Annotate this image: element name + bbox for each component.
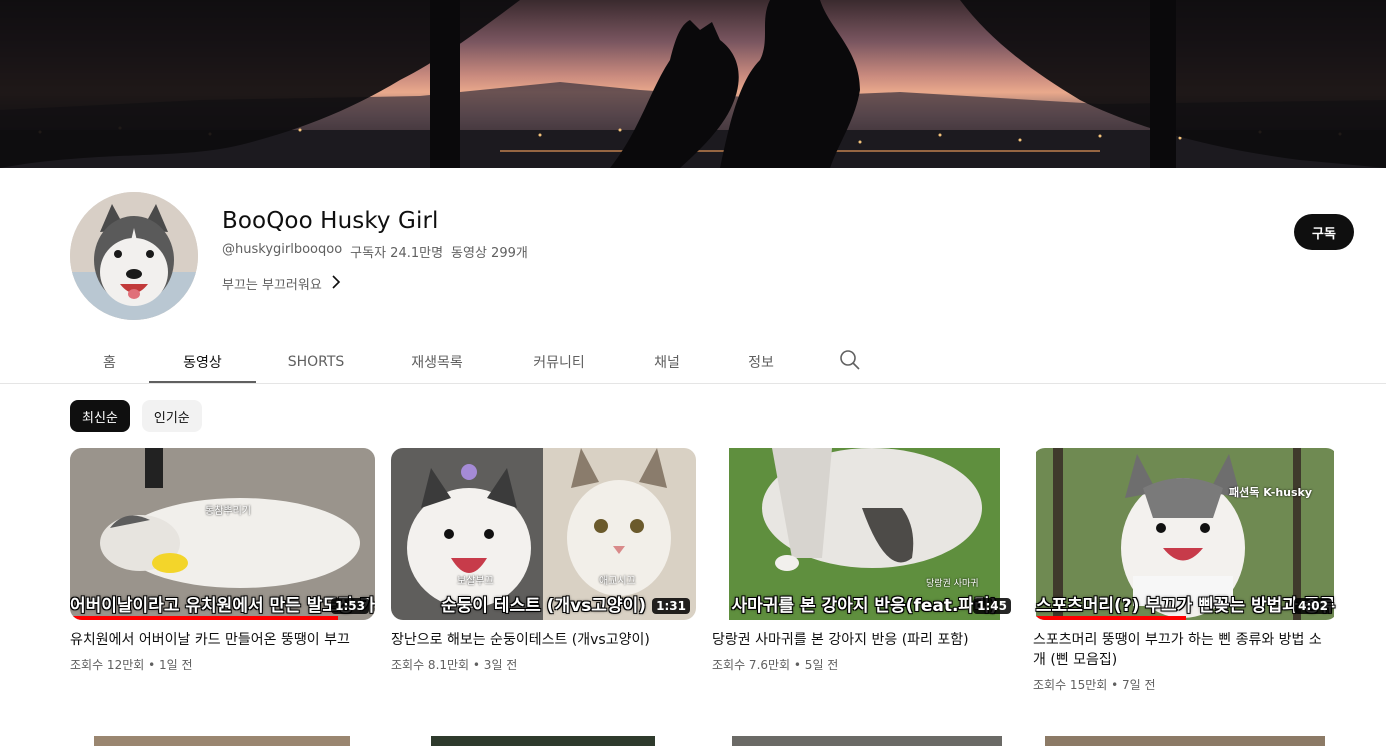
thumbnail-overlay-text: 보살부끄 [457, 576, 494, 587]
channel-name: BooQoo Husky Girl [222, 208, 439, 234]
sort-chips: 최신순 인기순 [70, 400, 202, 432]
video-thumbnail[interactable]: 어버이날이라고 유치원에서 만든 발도장 카드 동참뿌리기 1:53 [70, 448, 375, 620]
banner-art [0, 0, 1386, 168]
video-meta: 조회수 12만회 • 1일 전 [70, 658, 193, 672]
tab-community[interactable]: 커뮤니티 [498, 340, 620, 384]
video-meta: 조회수 15만회 • 7일 전 [1033, 678, 1156, 692]
video-thumbnail[interactable]: 사마귀를 본 강아지 반응(feat.파리) 당랑권 사마귀 1:45 [712, 448, 1017, 620]
chevron-right-icon [330, 274, 342, 293]
video-card[interactable]: 순둥이 테스트 (개vs고양이) 보살부끄 애교시끄 1:31 장난으로 해보는… [391, 448, 696, 673]
thumbnail-caption: 사마귀를 본 강아지 반응(feat.파리) [731, 596, 998, 616]
tabs-divider [0, 383, 1386, 384]
subscribe-button[interactable]: 구독 [1294, 214, 1354, 250]
tab-about[interactable]: 정보 [714, 340, 808, 384]
tab-videos[interactable]: 동영상 [149, 340, 256, 384]
thumbnail-caption: 어버이날이라고 유치원에서 만든 발도장 카드 [70, 596, 375, 616]
watch-progress [70, 616, 339, 620]
tab-home[interactable]: 홈 [70, 340, 149, 384]
tab-shorts[interactable]: SHORTS [256, 340, 376, 384]
video-title[interactable]: 장난으로 해보는 순둥이테스트 (개vs고양이) [391, 630, 696, 650]
chip-popular[interactable]: 인기순 [141, 400, 202, 432]
video-card[interactable]: 스포츠머리(?) 부끄가 삔꽂는 방법과 종류 패션독 K-husky 4:02… [1033, 448, 1338, 693]
tab-playlists[interactable]: 재생목록 [376, 340, 498, 384]
video-title[interactable]: 유치원에서 어버이날 카드 만들어온 뚱땡이 부끄 [70, 630, 375, 650]
video-thumbnail[interactable] [712, 736, 1017, 746]
channel-about-link[interactable]: 부끄는 부끄러워요 [222, 274, 342, 293]
video-thumbnail[interactable]: 순둥이 테스트 (개vs고양이) 보살부끄 애교시끄 1:31 [391, 448, 696, 620]
video-meta: 조회수 8.1만회 • 3일 전 [391, 658, 518, 672]
husky-avatar-art [70, 192, 198, 320]
channel-banner [0, 0, 1386, 168]
channel-about-text: 부끄는 부끄러워요 [222, 278, 322, 293]
thumbnail-overlay-text-2: 애교시끄 [599, 576, 636, 587]
chip-latest[interactable]: 최신순 [70, 400, 130, 432]
watch-progress [1033, 616, 1186, 620]
tab-channels[interactable]: 채널 [620, 340, 714, 384]
video-title[interactable]: 당랑권 사마귀를 본 강아지 반응 (파리 포함) [712, 630, 1017, 650]
thumbnail-caption: 순둥이 테스트 (개vs고양이) [441, 596, 646, 616]
video-thumbnail[interactable]: 스포츠머리(?) 부끄가 삔꽂는 방법과 종류 패션독 K-husky 4:02 [1033, 448, 1338, 620]
thumbnail-caption: 스포츠머리(?) 부끄가 삔꽂는 방법과 종류 [1035, 596, 1336, 616]
channel-handle: @huskygirlbooqoo [222, 242, 343, 257]
channel-tabs: 홈 동영상 SHORTS 재생목록 커뮤니티 채널 정보 [70, 340, 808, 384]
video-card[interactable]: 사마귀를 본 강아지 반응(feat.파리) 당랑권 사마귀 1:45 당랑권 … [712, 448, 1017, 673]
video-thumbnail[interactable] [391, 736, 696, 746]
video-thumbnail[interactable] [1033, 736, 1338, 746]
thumbnail-overlay-text: 당랑권 사마귀 [926, 579, 979, 589]
video-duration: 4:02 [1294, 598, 1332, 614]
channel-avatar[interactable] [70, 192, 198, 320]
video-thumbnail[interactable] [70, 736, 375, 746]
video-duration: 1:31 [652, 598, 690, 614]
video-duration: 1:53 [331, 598, 369, 614]
subscriber-count: 구독자 24.1만명 [350, 246, 444, 261]
video-title[interactable]: 스포츠머리 뚱땡이 부끄가 하는 삔 종류와 방법 소개 (삔 모음집) [1033, 630, 1338, 670]
thumbnail-overlay-text: 패션독 K-husky [1229, 486, 1313, 499]
video-count: 동영상 299개 [451, 246, 528, 261]
video-meta: 조회수 7.6만회 • 5일 전 [712, 658, 839, 672]
search-icon[interactable] [838, 348, 862, 372]
video-card[interactable]: 어버이날이라고 유치원에서 만든 발도장 카드 동참뿌리기 1:53 유치원에서… [70, 448, 375, 673]
video-duration: 1:45 [973, 598, 1011, 614]
channel-meta: @huskygirlbooqoo 구독자 24.1만명 동영상 299개 [222, 242, 528, 261]
thumbnail-overlay-text: 동참뿌리기 [205, 506, 251, 517]
